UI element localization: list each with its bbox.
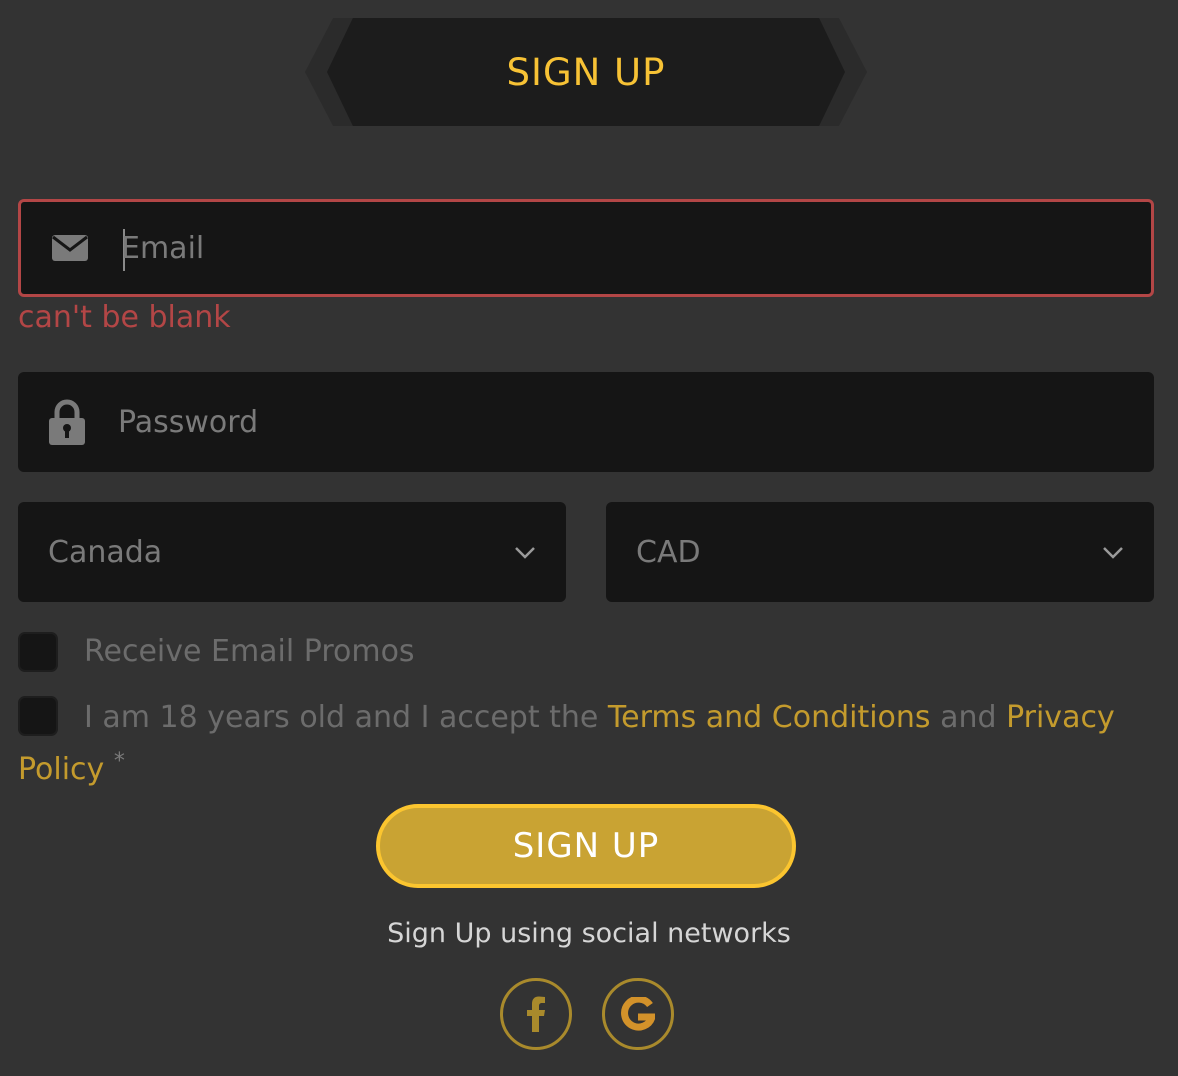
email-field[interactable] — [18, 199, 1154, 297]
social-signup-label: Sign Up using social networks — [387, 918, 791, 949]
email-input[interactable] — [121, 202, 1131, 294]
facebook-button[interactable] — [500, 978, 572, 1050]
terms-label: I am 18 years old and I accept the Terms… — [18, 696, 1118, 792]
email-error-message: can't be blank — [18, 300, 231, 335]
currency-select-value: CAD — [636, 534, 701, 570]
page-title: SIGN UP — [506, 50, 666, 94]
page-header: SIGN UP — [305, 18, 867, 126]
google-icon — [621, 997, 655, 1031]
password-input[interactable] — [118, 372, 1134, 472]
lock-icon — [48, 399, 86, 445]
chevron-down-icon — [1103, 547, 1123, 559]
terms-middle: and — [930, 700, 1007, 735]
country-select[interactable]: Canada — [18, 502, 566, 602]
required-asterisk: * — [113, 749, 125, 774]
terms-and-conditions-link[interactable]: Terms and Conditions — [608, 700, 931, 735]
country-select-value: Canada — [48, 534, 163, 570]
facebook-icon — [527, 996, 545, 1032]
currency-select[interactable]: CAD — [606, 502, 1154, 602]
terms-prefix: I am 18 years old and I accept the — [84, 700, 608, 735]
google-button[interactable] — [602, 978, 674, 1050]
chevron-down-icon — [515, 547, 535, 559]
password-field[interactable] — [18, 372, 1154, 472]
promos-checkbox[interactable] — [18, 632, 58, 672]
sign-up-button[interactable]: SIGN UP — [376, 804, 796, 888]
envelope-icon — [51, 229, 89, 267]
promos-label: Receive Email Promos — [84, 634, 415, 669]
